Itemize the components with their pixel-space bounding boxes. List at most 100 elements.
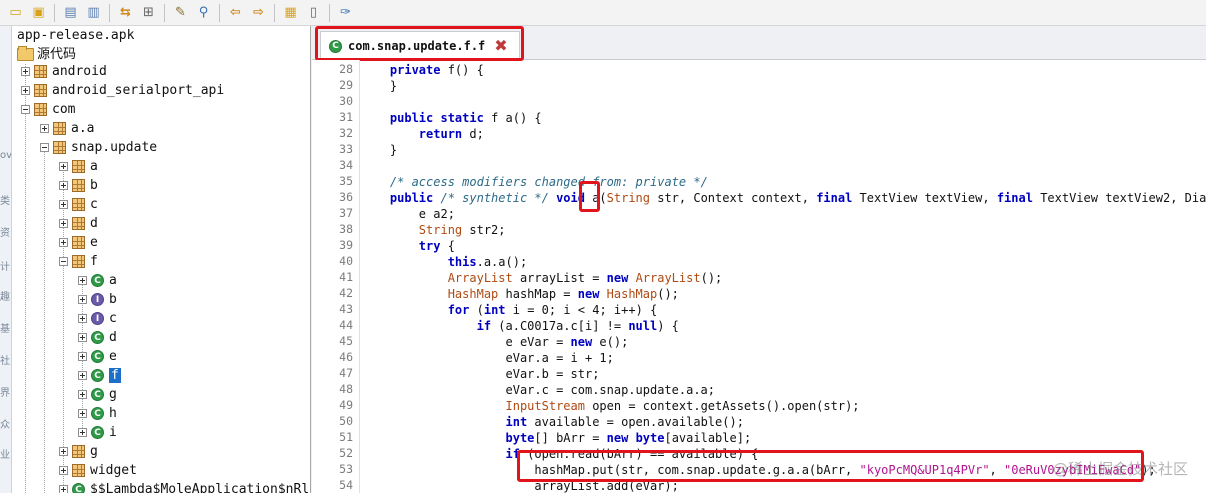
code-token: return xyxy=(418,127,470,141)
code-token: String xyxy=(418,223,470,237)
code-line: eVar.a = i + 1; xyxy=(361,350,613,366)
toolbar-divider xyxy=(219,3,220,22)
collapse-icon[interactable] xyxy=(40,143,49,152)
tree-node-pkg-g[interactable]: g xyxy=(59,442,98,461)
expand-icon[interactable] xyxy=(59,238,68,247)
tree-label: d xyxy=(109,330,117,345)
tree-node-pkg-c[interactable]: c xyxy=(59,195,98,214)
save-all-icon[interactable]: ▤ xyxy=(61,3,80,22)
expand-icon[interactable] xyxy=(59,162,68,171)
tree-node-class-e[interactable]: C e xyxy=(78,347,117,366)
code-line: return d; xyxy=(361,126,484,142)
class-icon: C xyxy=(72,483,85,493)
package-icon xyxy=(72,255,85,268)
tree-node-widget[interactable]: widget xyxy=(59,461,137,480)
code-token: int xyxy=(505,415,535,429)
tree-node-class-b[interactable]: I b xyxy=(78,290,117,309)
code-token: eVar.c = com.snap.update.a.a; xyxy=(361,383,716,397)
expand-icon[interactable] xyxy=(59,447,68,456)
tree-node-class-g[interactable]: C g xyxy=(78,385,117,404)
forward-icon[interactable]: ⇨ xyxy=(249,3,268,22)
tree-guide xyxy=(44,149,45,493)
expand-icon[interactable] xyxy=(78,428,87,437)
tree-node-class-c[interactable]: I c xyxy=(78,309,117,328)
code-token: e eVar = xyxy=(361,335,571,349)
expand-icon[interactable] xyxy=(78,333,87,342)
add-files-icon[interactable]: ▣ xyxy=(29,3,48,22)
line-number: 53 xyxy=(339,462,353,476)
expand-icon[interactable] xyxy=(59,181,68,190)
expand-icon[interactable] xyxy=(78,295,87,304)
expand-icon[interactable] xyxy=(78,390,87,399)
code-line: if (a.C0017a.c[i] != null) { xyxy=(361,318,679,334)
collapse-icon[interactable] xyxy=(59,257,68,266)
code-line: public static f a() { xyxy=(361,110,542,126)
line-number: 45 xyxy=(339,334,353,348)
code-line: byte[] bArr = new byte[available]; xyxy=(361,430,752,446)
tree-node-class-d[interactable]: C d xyxy=(78,328,117,347)
settings-icon[interactable]: ▯ xyxy=(304,3,323,22)
expand-icon[interactable] xyxy=(78,371,87,380)
tree-node-android[interactable]: android xyxy=(21,62,107,81)
expand-icon[interactable] xyxy=(78,409,87,418)
tree-node-snap-update[interactable]: snap.update xyxy=(40,138,157,157)
collapse-icon[interactable] xyxy=(21,105,30,114)
tree-node-class-h[interactable]: C h xyxy=(78,404,117,423)
strip-text: 计 xyxy=(0,262,10,273)
code-area[interactable]: private f() { } public static f a() { re… xyxy=(361,60,1206,493)
search-icon[interactable]: ⚲ xyxy=(194,3,213,22)
preferences-icon[interactable]: ✑ xyxy=(336,3,355,22)
tree-node-source[interactable]: 源代码 xyxy=(17,43,76,62)
tree-node-class-i[interactable]: C i xyxy=(78,423,117,442)
decompile-icon[interactable]: ✎ xyxy=(171,3,190,22)
sync-icon[interactable]: ⇆ xyxy=(116,3,135,22)
code-token: [available]; xyxy=(664,431,752,445)
flatten-packages-icon[interactable]: ⊞ xyxy=(139,3,158,22)
line-number: 48 xyxy=(339,382,353,396)
tree-node-pkg-d[interactable]: d xyxy=(59,214,98,233)
code-token: public xyxy=(389,191,441,205)
tree-root-label[interactable]: app-release.apk xyxy=(17,27,134,44)
tree-label: android_serialport_api xyxy=(52,83,225,98)
line-number: 33 xyxy=(339,142,353,156)
code-token: arrayList = xyxy=(519,271,607,285)
tree-node-pkg-e[interactable]: e xyxy=(59,233,98,252)
code-line: HashMap hashMap = new HashMap(); xyxy=(361,286,679,302)
code-token: public static xyxy=(389,111,492,125)
expand-icon[interactable] xyxy=(21,86,30,95)
code-line: e eVar = new e(); xyxy=(361,334,628,350)
code-line: } xyxy=(361,78,397,94)
tree-node-class-a[interactable]: C a xyxy=(78,271,117,290)
expand-icon[interactable] xyxy=(78,352,87,361)
tree-node-class-f[interactable]: C f xyxy=(78,366,121,385)
source-folder-icon xyxy=(17,46,34,61)
tree-node-com[interactable]: com xyxy=(21,100,75,119)
open-file-icon[interactable]: ▭ xyxy=(6,3,25,22)
code-line: e a2; xyxy=(361,206,455,222)
line-number: 28 xyxy=(339,62,353,76)
tree-node-pkg-a[interactable]: a xyxy=(59,157,98,176)
back-icon[interactable]: ⇦ xyxy=(226,3,245,22)
expand-icon[interactable] xyxy=(78,314,87,323)
line-number: 39 xyxy=(339,238,353,252)
strip-text: 基 xyxy=(0,324,10,335)
tree-node-lambda[interactable]: C $$Lambda$MoleApplication$nRl xyxy=(59,480,309,493)
expand-icon[interactable] xyxy=(40,124,49,133)
log-icon[interactable]: ▦ xyxy=(281,3,300,22)
code-line: private f() { xyxy=(361,62,484,78)
expand-icon[interactable] xyxy=(59,200,68,209)
expand-icon[interactable] xyxy=(78,276,87,285)
tree-node-android-serialport-api[interactable]: android_serialport_api xyxy=(21,81,224,100)
expand-icon[interactable] xyxy=(59,485,68,493)
expand-icon[interactable] xyxy=(59,466,68,475)
expand-icon[interactable] xyxy=(59,219,68,228)
export-icon[interactable]: ▥ xyxy=(84,3,103,22)
tree-node-pkg-f[interactable]: f xyxy=(59,252,98,271)
code-token: for xyxy=(447,303,477,317)
tree-node-a-a[interactable]: a.a xyxy=(40,119,94,138)
expand-icon[interactable] xyxy=(21,67,30,76)
tree-node-pkg-b[interactable]: b xyxy=(59,176,98,195)
source-tree[interactable]: app-release.apk 源代码 android android_seri… xyxy=(12,26,311,493)
